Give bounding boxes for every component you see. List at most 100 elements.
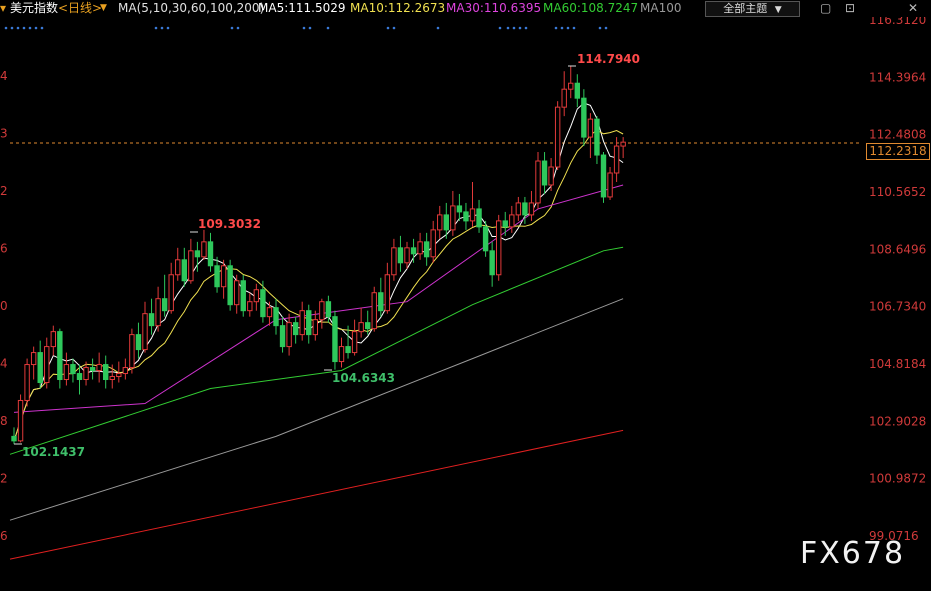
candle-down [89,367,96,372]
candle-up [220,265,227,288]
candle-up [17,399,24,442]
y-tick-label: 102.9028 [869,414,926,428]
candle-up [561,88,567,108]
event-marker-dot [392,26,396,30]
period-selector[interactable]: <日线> [58,0,102,17]
left-tick-label: 6 [0,242,8,256]
candle-down [76,373,83,381]
candle-down [476,208,482,228]
candle-up [63,364,70,381]
candle-down [292,322,299,336]
candle-up [535,160,541,204]
candle-up [371,292,377,330]
candle-down [11,435,17,442]
ma5-value: MA5:111.5029 [258,1,346,15]
event-marker-dot [10,26,14,30]
event-marker-dot [34,26,38,30]
event-marker-dot [236,26,240,30]
low-label: 104.6343 [332,371,395,385]
candle-down [194,250,201,258]
maximize-icon[interactable]: ⊡ [845,0,855,17]
event-marker-dot [506,26,510,30]
candle-down [345,346,351,354]
candle-down [57,331,63,381]
collapse-icon[interactable]: ▾ [0,0,6,17]
y-tick-label: 110.5652 [869,185,926,199]
candle-up [384,274,391,312]
candle-up [607,172,613,198]
event-marker-dot [598,26,602,30]
event-marker-dot [302,26,306,30]
theme-selector[interactable]: 全部主题 ▼ [705,1,800,17]
candle-down [410,247,417,255]
candle-up [122,367,129,375]
candle-down [600,154,607,198]
candle-up [319,301,325,321]
candle-up [338,346,345,363]
ma100-label: MA100 [640,1,682,15]
candle-down [574,82,580,99]
y-tick-label: 112.4808 [869,128,926,142]
dropdown-icon[interactable]: ▼ [100,0,107,17]
event-marker-dot [16,26,20,30]
high-label: 114.7940 [577,52,640,66]
candle-up [30,352,37,366]
close-icon[interactable]: ✕ [908,0,918,17]
current-price-tag: 112.2318 [866,143,930,160]
event-marker-dot [512,26,516,30]
event-marker-dot [166,26,170,30]
candle-down [482,226,489,252]
annotations: 114.7940 109.3032 104.6343 102.1437 [14,52,640,459]
candle-down [541,160,548,186]
candle-up [351,331,358,354]
candle-down [70,364,76,375]
candle-down [423,241,430,258]
ma200-line [9,429,624,560]
y-tick-label: 116.3120 [869,17,926,27]
candle-down [37,352,43,384]
candlestick-chart[interactable]: 116.3120 114.3964 112.4808 110.5652 108.6496… [0,17,931,591]
candle-up [116,373,122,378]
high-label: 109.3032 [198,217,261,231]
candle-up [44,346,50,384]
event-marker-dot [560,26,564,30]
candle-up [50,331,56,348]
restore-icon[interactable]: ▢ [820,0,831,17]
event-marker-dot [436,26,440,30]
ma-spec[interactable]: MA(5,10,30,60,100,200) [118,0,264,17]
candle-up [404,247,410,264]
event-marker-dot [572,26,576,30]
chart-header: ▾ 美元指数 <日线> ▼ MA(5,10,30,60,100,200) MA5… [0,0,931,17]
candle-up [312,319,319,336]
y-tick-label: 106.7340 [869,300,926,314]
ma60-value: MA60:108.7247 [543,1,639,15]
event-marker-dot [230,26,234,30]
candle-up [554,106,561,168]
y-tick-label: 100.9872 [869,472,926,486]
event-marker-dot [518,26,522,30]
ma10-value: MA10:112.2673 [350,1,446,15]
candle-down [227,265,233,306]
candle-down [181,259,188,282]
event-marker-dot [4,26,8,30]
candle-up [83,367,89,381]
candle-up [437,214,443,231]
candle-down [135,334,142,351]
theme-selector-label: 全部主题 [723,2,768,15]
event-marker-dot [22,26,26,30]
left-tick-label: 2 [0,472,8,486]
candle-down [260,289,266,318]
theme-dropdown-icon: ▼ [774,5,782,15]
candle-up [450,205,456,231]
candle-down [161,298,168,312]
ma5-line [13,102,624,442]
candle-up [358,322,364,333]
left-tick-label: 6 [0,529,8,543]
candle-down [103,364,109,381]
candle-down [378,292,384,312]
left-tick-label: 4 [0,69,8,83]
y-axis-labels: 116.3120 114.3964 112.4808 110.5652 108.6496… [869,17,926,543]
left-tick-label: 0 [0,299,8,313]
candle-down [325,301,332,318]
candle-down [463,211,469,222]
